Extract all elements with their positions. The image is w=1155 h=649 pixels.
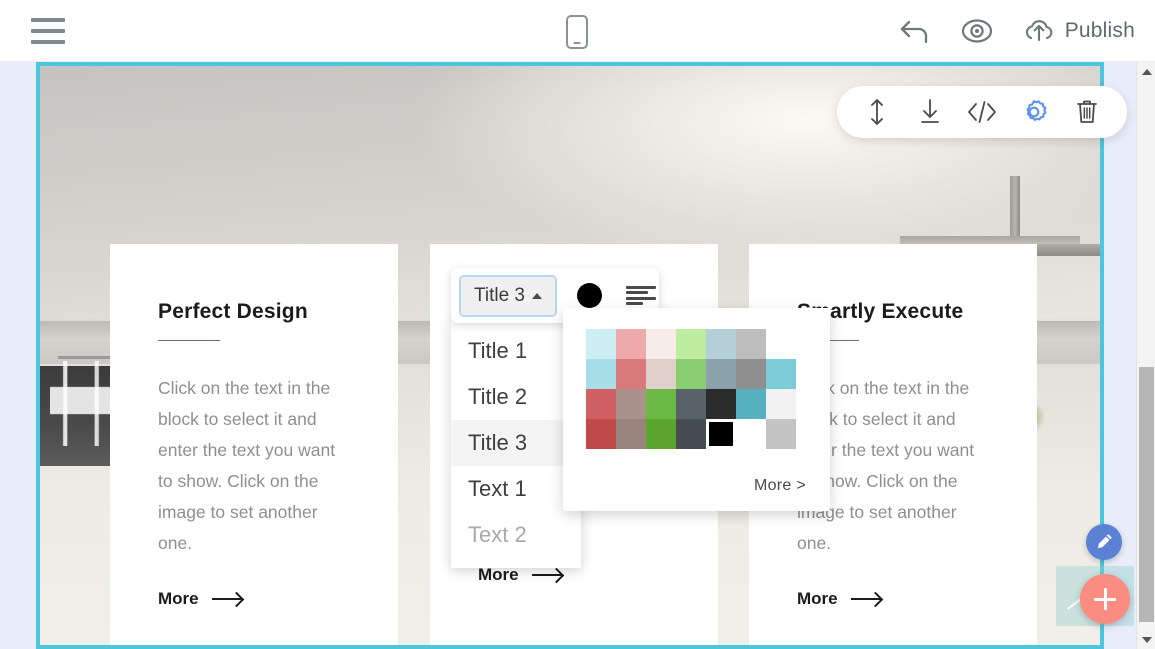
style-menu-label: Text 2 <box>468 522 527 548</box>
move-vertical-icon[interactable] <box>857 92 897 132</box>
color-swatch[interactable] <box>646 359 676 389</box>
cloud-upload-icon <box>1022 16 1056 46</box>
color-swatch[interactable] <box>766 359 796 389</box>
style-menu-item-title-1[interactable]: Title 1 <box>451 328 581 374</box>
text-style-dropdown[interactable]: Title 3 <box>459 275 557 317</box>
arrow-right-icon <box>851 598 881 600</box>
text-color-swatch[interactable] <box>577 283 602 308</box>
hamburger-bar <box>31 40 65 44</box>
palette-more-link[interactable]: More > <box>754 477 806 495</box>
color-swatch[interactable] <box>766 389 796 419</box>
scrollbar-thumb[interactable] <box>1139 367 1154 622</box>
style-menu-label: Title 3 <box>468 430 527 456</box>
scroll-up-arrow[interactable] <box>1137 62 1155 81</box>
card-more-label: More <box>158 589 199 609</box>
download-icon[interactable] <box>910 92 950 132</box>
card-title[interactable]: Perfect Design <box>158 300 350 324</box>
text-style-menu: Title 1 Title 2 Title 3 Text 1 Text 2 <box>451 320 581 568</box>
feature-card[interactable]: Perfect Design Click on the text in the … <box>110 244 398 645</box>
card-more-link[interactable]: More <box>478 565 670 585</box>
block-toolbar <box>837 86 1127 138</box>
scroll-down-arrow[interactable] <box>1137 630 1155 649</box>
color-swatch[interactable] <box>706 359 736 389</box>
color-swatch[interactable] <box>586 389 616 419</box>
mobile-device-icon[interactable] <box>566 15 588 49</box>
style-menu-item-title-3[interactable]: Title 3 <box>451 420 581 466</box>
card-more-link[interactable]: More <box>158 589 350 609</box>
trash-icon[interactable] <box>1067 92 1107 132</box>
color-swatch[interactable] <box>586 329 616 359</box>
align-line <box>626 297 656 300</box>
card-more-label: More <box>478 565 519 585</box>
color-swatch[interactable] <box>706 329 736 359</box>
pencil-edit-icon <box>1093 531 1115 553</box>
color-swatch[interactable] <box>736 359 766 389</box>
text-style-value: Title 3 <box>474 285 525 307</box>
color-swatch[interactable] <box>706 389 736 419</box>
color-swatch[interactable] <box>646 389 676 419</box>
publish-label: Publish <box>1065 19 1135 43</box>
card-more-label: More <box>797 589 838 609</box>
color-swatch[interactable] <box>676 389 706 419</box>
align-line <box>626 291 648 294</box>
card-more-link[interactable]: More <box>797 589 989 609</box>
style-menu-item-title-2[interactable]: Title 2 <box>451 374 581 420</box>
color-swatch[interactable] <box>676 359 706 389</box>
color-swatch[interactable] <box>586 359 616 389</box>
top-bar: Publish <box>0 0 1155 62</box>
color-palette-popup: More > <box>563 308 830 511</box>
code-icon[interactable] <box>962 92 1002 132</box>
color-swatch[interactable] <box>736 329 766 359</box>
hamburger-bar <box>31 18 65 22</box>
arrow-right-icon <box>532 574 562 576</box>
undo-arrow-icon[interactable] <box>898 18 932 44</box>
top-bar-actions: Publish <box>898 0 1135 62</box>
style-menu-item-text-2[interactable]: Text 2 <box>451 512 581 558</box>
color-swatch[interactable] <box>616 389 646 419</box>
color-swatch[interactable] <box>736 389 766 419</box>
hamburger-icon[interactable] <box>31 18 65 44</box>
style-menu-label: Title 2 <box>468 384 527 410</box>
plus-add-icon <box>1094 588 1116 610</box>
add-block-fab-button[interactable] <box>1080 574 1130 624</box>
color-swatch-grid <box>586 329 796 449</box>
color-swatch[interactable] <box>646 419 676 449</box>
color-swatch[interactable] <box>616 329 646 359</box>
scroll-up-triangle <box>1142 69 1152 75</box>
publish-button[interactable]: Publish <box>1022 16 1135 46</box>
eye-preview-icon[interactable] <box>959 17 995 45</box>
color-swatch[interactable] <box>676 419 706 449</box>
color-swatch[interactable] <box>706 419 736 449</box>
color-swatch[interactable] <box>586 419 616 449</box>
color-swatch[interactable] <box>766 419 796 449</box>
edit-fab-button[interactable] <box>1086 524 1122 560</box>
card-body[interactable]: Click on the text in the block to select… <box>158 373 350 559</box>
editor-root: Publish Perfect Design <box>0 0 1155 649</box>
style-menu-label: Text 1 <box>468 476 527 502</box>
card-divider <box>158 340 220 341</box>
page-scrollbar[interactable] <box>1136 62 1155 649</box>
arrow-right-icon <box>212 598 242 600</box>
color-swatch[interactable] <box>676 329 706 359</box>
text-align-left-icon[interactable] <box>626 286 656 306</box>
style-menu-item-text-1[interactable]: Text 1 <box>451 466 581 512</box>
style-menu-label: Title 1 <box>468 338 527 364</box>
color-swatch[interactable] <box>646 329 676 359</box>
color-swatch[interactable] <box>616 359 646 389</box>
color-swatch[interactable] <box>616 419 646 449</box>
gear-icon[interactable] <box>1014 92 1054 132</box>
align-line <box>626 302 643 305</box>
color-swatch[interactable] <box>766 329 796 359</box>
chevron-up-icon <box>532 293 542 299</box>
hamburger-bar <box>31 29 65 33</box>
scroll-down-triangle <box>1142 637 1152 643</box>
align-line <box>626 286 656 289</box>
